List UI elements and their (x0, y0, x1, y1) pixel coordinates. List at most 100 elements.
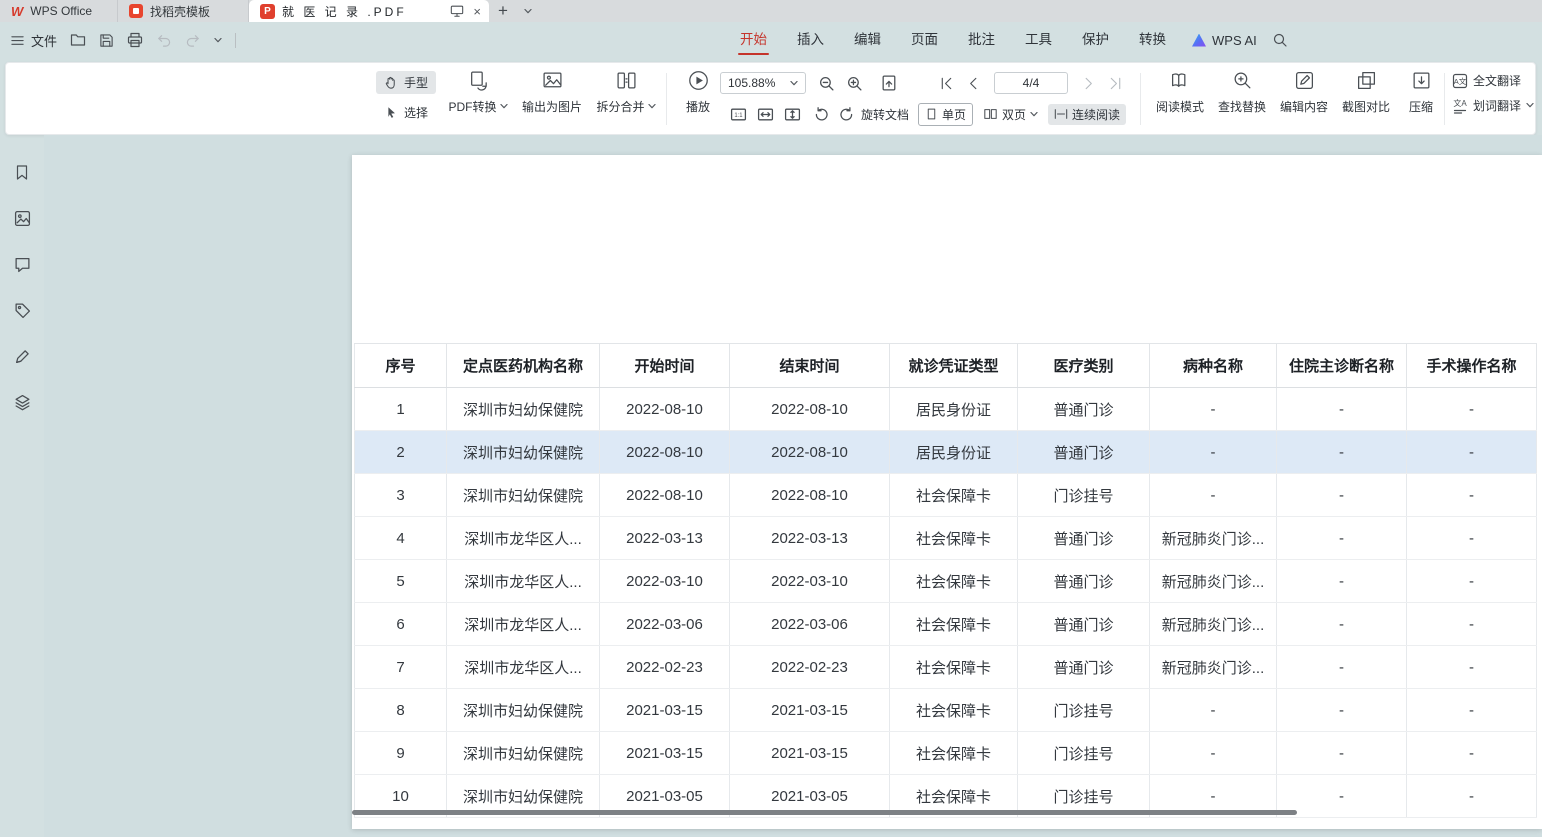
double-page-button[interactable]: 双页 (977, 104, 1044, 125)
window-tabbar: W WPS Office 找稻壳模板 P 就 医 记 录 .PDF × + (0, 0, 1542, 22)
table-cell: 2022-03-10 (600, 560, 730, 603)
first-page-button[interactable] (939, 76, 954, 91)
thumbnail-panel-button[interactable] (10, 206, 34, 230)
fit-width-icon[interactable] (757, 106, 774, 123)
rotate-right-icon[interactable] (838, 106, 855, 123)
word-translate-button[interactable]: 文A 划词翻译 (1452, 97, 1534, 114)
thumbnail-icon (14, 210, 31, 227)
table-cell: - (1277, 388, 1407, 431)
open-file-button[interactable] (70, 32, 86, 48)
table-row: 2深圳市妇幼保健院2022-08-102022-08-10居民身份证普通门诊--… (355, 431, 1537, 474)
undo-history-chevron[interactable] (214, 38, 222, 43)
screenshot-compare-button[interactable]: 截图对比 (1338, 70, 1394, 115)
column-header: 就诊凭证类型 (890, 344, 1018, 388)
screen-cast-icon[interactable] (450, 4, 464, 18)
select-tool-button[interactable]: 选择 (376, 101, 436, 124)
full-translate-button[interactable]: A文 全文翻译 (1452, 72, 1534, 89)
table-cell: 2022-03-13 (600, 517, 730, 560)
medical-records-table: 序号定点医药机构名称开始时间结束时间就诊凭证类型医疗类别病种名称住院主诊断名称手… (354, 343, 1537, 818)
hand-tool-button[interactable]: 手型 (376, 71, 436, 94)
table-header-row: 序号定点医药机构名称开始时间结束时间就诊凭证类型医疗类别病种名称住院主诊断名称手… (355, 344, 1537, 388)
tab-wps-office[interactable]: W WPS Office (0, 0, 118, 22)
signature-panel-button[interactable] (10, 344, 34, 368)
table-cell: - (1277, 732, 1407, 775)
previous-page-button[interactable] (966, 76, 981, 91)
undo-button[interactable] (156, 32, 172, 48)
table-cell: - (1277, 603, 1407, 646)
column-header: 手术操作名称 (1407, 344, 1537, 388)
zoom-out-icon[interactable] (818, 75, 835, 92)
split-merge-button[interactable]: 拆分合并 (594, 70, 658, 115)
menu-tab-2[interactable]: 插入 (797, 23, 824, 57)
menu-tab-5[interactable]: 批注 (968, 23, 995, 57)
compress-button[interactable]: 压缩 (1400, 70, 1442, 115)
table-cell: 2022-03-06 (600, 603, 730, 646)
menu-tab-8[interactable]: 转换 (1139, 23, 1166, 57)
rotate-doc-button[interactable]: 旋转文档 (861, 106, 909, 123)
table-cell: - (1277, 689, 1407, 732)
table-cell: - (1407, 732, 1537, 775)
menu-tab-3[interactable]: 编辑 (854, 23, 881, 57)
continuous-read-icon (1054, 107, 1068, 121)
search-icon[interactable] (1272, 32, 1288, 48)
table-cell: - (1150, 431, 1277, 474)
edit-content-button[interactable]: 编辑内容 (1276, 70, 1332, 115)
table-body: 1深圳市妇幼保健院2022-08-102022-08-10居民身份证普通门诊--… (355, 388, 1537, 818)
bookmark-panel-button[interactable] (10, 160, 34, 184)
file-menu[interactable]: 文件 (10, 31, 57, 50)
wps-ai-button[interactable]: WPS AI (1192, 22, 1257, 58)
tab-docer-template[interactable]: 找稻壳模板 (118, 0, 249, 22)
table-cell: 社会保障卡 (890, 603, 1018, 646)
table-cell: 深圳市龙华区人... (447, 517, 600, 560)
table-cell: 居民身份证 (890, 431, 1018, 474)
menu-tab-6[interactable]: 工具 (1025, 23, 1052, 57)
read-mode-button[interactable]: 阅读模式 (1152, 70, 1208, 115)
table-cell: 居民身份证 (890, 388, 1018, 431)
rotate-left-icon[interactable] (813, 106, 830, 123)
continuous-read-button[interactable]: 连续阅读 (1048, 104, 1126, 125)
last-page-button[interactable] (1108, 76, 1123, 91)
comment-panel-button[interactable] (10, 252, 34, 276)
pdf-convert-button[interactable]: PDF转换 (446, 70, 510, 115)
table-cell: - (1277, 517, 1407, 560)
print-button[interactable] (127, 32, 143, 48)
table-cell: 2022-08-10 (600, 474, 730, 517)
zoom-in-icon[interactable] (846, 75, 863, 92)
table-cell: 深圳市妇幼保健院 (447, 388, 600, 431)
page-number-input[interactable]: 4/4 (994, 72, 1068, 94)
tag-panel-button[interactable] (10, 298, 34, 322)
table-cell: 门诊挂号 (1018, 689, 1150, 732)
zoom-level-select[interactable]: 105.88% (720, 72, 806, 94)
table-cell: 2022-02-23 (730, 646, 890, 689)
table-cell: - (1407, 775, 1537, 818)
table-row: 1深圳市妇幼保健院2022-08-102022-08-10居民身份证普通门诊--… (355, 388, 1537, 431)
new-tab-button[interactable]: + (489, 0, 517, 22)
tab-document[interactable]: P 就 医 记 录 .PDF × (249, 0, 489, 22)
play-button[interactable]: 播放 (678, 70, 718, 115)
export-image-button[interactable]: 输出为图片 (520, 70, 584, 115)
fit-page-icon[interactable] (880, 74, 899, 93)
next-page-button[interactable] (1081, 76, 1096, 91)
actual-size-icon[interactable]: 1:1 (730, 106, 747, 123)
divider (666, 73, 667, 125)
document-viewport[interactable]: 序号定点医药机构名称开始时间结束时间就诊凭证类型医疗类别病种名称住院主诊断名称手… (44, 135, 1542, 837)
menu-tab-4[interactable]: 页面 (911, 23, 938, 57)
table-cell: - (1407, 689, 1537, 732)
menu-tab-7[interactable]: 保护 (1082, 23, 1109, 57)
fit-height-icon[interactable] (784, 106, 801, 123)
single-page-button[interactable]: 单页 (918, 103, 973, 126)
horizontal-scrollbar[interactable] (352, 810, 1297, 815)
close-tab-icon[interactable]: × (473, 5, 481, 18)
layers-panel-button[interactable] (10, 390, 34, 414)
comment-icon (14, 256, 31, 273)
tab-list-chevron[interactable] (517, 0, 539, 22)
double-page-icon (983, 107, 998, 121)
find-replace-button[interactable]: 查找替换 (1214, 70, 1270, 115)
save-button[interactable] (99, 33, 114, 48)
table-cell: 深圳市妇幼保健院 (447, 431, 600, 474)
menubar: 文件 开始插入编辑页面批注工具保护转换 WPS AI (0, 22, 1542, 58)
screenshot-compare-icon (1356, 70, 1377, 91)
redo-button[interactable] (185, 32, 201, 48)
menu-tab-1[interactable]: 开始 (740, 23, 767, 57)
tab-label: WPS Office (30, 4, 92, 18)
